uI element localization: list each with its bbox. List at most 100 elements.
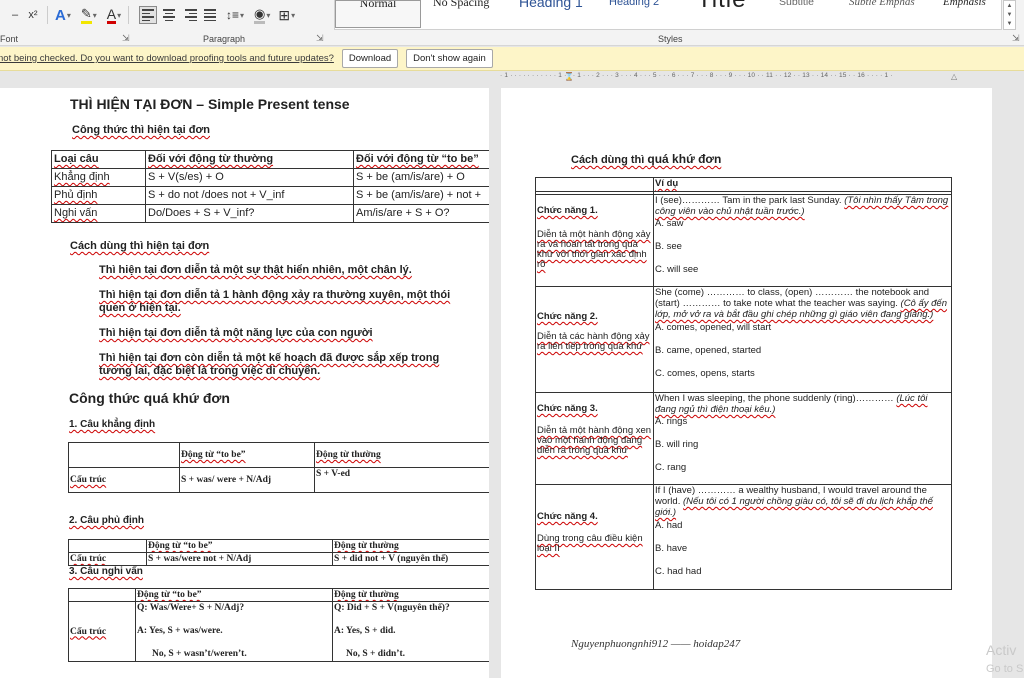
function-desc: Dùng trong câu điều kiện loại II: [537, 533, 643, 554]
style-heading-2-label: Heading 2: [609, 0, 660, 8]
dont-show-again-button[interactable]: Don't show again: [406, 49, 493, 68]
past-usage-heading-prefix: Cách dùng thì: [571, 154, 648, 166]
table-row: Cấu trúc S + was/were not + N/Adj S + di…: [68, 552, 489, 566]
font-color-icon: A: [106, 5, 117, 24]
table-cell: Nghi vấn: [51, 204, 146, 223]
table-header-row: Động từ “to be” Động từ thường: [68, 588, 489, 602]
justify-icon[interactable]: [202, 6, 220, 24]
example-cell: I (see)………… Tam in the park last Sunday.…: [653, 194, 952, 287]
table-cell: Do/Does + S + V_inf?: [145, 204, 354, 223]
example-cell: If I (have) ………… a wealthy husband, I wo…: [653, 484, 952, 590]
table-header-cell: Động từ thường: [332, 588, 489, 602]
example-question: When I was sleeping, the phone suddenly …: [655, 394, 950, 417]
style-no-spacing-label: No Spacing: [433, 0, 490, 9]
style-title-label: Title: [697, 0, 746, 14]
proofing-message-bar: not being checked. Do you want to downlo…: [0, 47, 1024, 71]
table-cell: Khẳng định: [51, 168, 146, 187]
example-cell: She (come) ………… to class, (open) ………… th…: [653, 286, 952, 393]
style-normal[interactable]: Normal: [335, 0, 421, 28]
font-color-button[interactable]: A ▾: [105, 5, 123, 25]
cell-line: A: Yes, S + did.: [334, 626, 396, 636]
affirmative-heading: 1. Câu khẳng định: [69, 419, 156, 430]
style-heading-1[interactable]: Heading 1: [507, 0, 597, 28]
download-button[interactable]: Download: [341, 49, 399, 68]
highlight-color-button[interactable]: ✎ ▾: [79, 5, 99, 25]
activation-watermark-line1: Activ: [986, 642, 1017, 658]
usage-heading: Cách dùng thì hiện tại đơn: [70, 240, 210, 252]
style-normal-label: Normal: [359, 0, 397, 10]
table-header-row: Động từ “to be” Động từ thường: [68, 442, 489, 468]
page-title: THÌ HIỆN TẠI ĐƠN – Simple Present tense: [70, 96, 350, 112]
style-subtitle-label: Subtitle: [779, 0, 815, 8]
word-window: – x² A ▾ ✎ ▾ A ▾ ↕≡ ▾ ◉ ▾ ⊞ ▾ Font ⇲ Paragraph…: [0, 0, 1024, 678]
first-line-indent-marker-icon[interactable]: ⌛: [564, 72, 574, 81]
table-row: Khẳng định S + V(s/es) + O S + be (am/is…: [51, 168, 489, 187]
style-subtle-emphasis[interactable]: Subtle Emphas: [837, 0, 931, 28]
styles-dialog-launcher-icon[interactable]: ⇲: [1012, 33, 1020, 44]
table-header-row: Loại câu Đối với động từ thường Đối với …: [51, 150, 489, 169]
function-name: Chức năng 2.: [537, 311, 598, 322]
borders-icon[interactable]: ⊞ ▾: [276, 5, 297, 25]
strikethrough-icon[interactable]: –: [6, 5, 24, 25]
function-desc: Diễn tả các hành động xảy ra liên tiếp t…: [537, 331, 650, 352]
align-left-icon[interactable]: [139, 6, 157, 24]
answer-option: B. came, opened, started: [655, 345, 762, 356]
table-header-row: Động từ “to be” Động từ thường: [68, 539, 489, 553]
table-header-cell: Đối với động từ “to be”: [353, 150, 489, 169]
paragraph-group-label: Paragraph: [203, 34, 246, 44]
horizontal-ruler[interactable]: · 1 · · · · · · · · · · · 1 · · · 1 · · …: [500, 72, 992, 84]
text-effects-button[interactable]: A ▾: [53, 5, 73, 25]
font-dialog-launcher-icon[interactable]: ⇲: [122, 33, 130, 44]
table-header-cell: Ví dụ: [653, 177, 952, 192]
table-cell: S + be (am/is/are) + O: [353, 168, 489, 187]
line-spacing-icon[interactable]: ↕≡ ▾: [224, 5, 246, 25]
usage-item: Thì hiện tại đơn diễn tả 1 hành động xảy…: [99, 289, 451, 314]
highlighter-icon: ✎: [80, 6, 92, 24]
styles-gallery: Normal No Spacing Heading 1 Heading 2 Ti…: [334, 0, 1002, 30]
style-title[interactable]: Title: [685, 0, 767, 28]
affirmative-table: Động từ “to be” Động từ thường Cấu trúc …: [68, 442, 489, 493]
function-cell: Chức năng 2. Diễn tả các hành động xảy r…: [535, 286, 654, 393]
table-cell: S + be (am/is/are) + not +: [353, 186, 489, 205]
style-subtitle[interactable]: Subtitle: [767, 0, 837, 28]
style-heading-1-label: Heading 1: [519, 0, 583, 10]
style-heading-2[interactable]: Heading 2: [597, 0, 685, 28]
past-simple-heading: Công thức quá khứ đơn: [69, 390, 230, 406]
right-indent-marker-icon[interactable]: △: [951, 72, 957, 81]
activation-watermark-line2: Go to S: [986, 663, 1024, 675]
answer-option: C. rang: [655, 462, 687, 473]
styles-scroll[interactable]: ▲ ▼ ▼: [1003, 0, 1016, 30]
past-usage-heading: Cách dùng thì quá khứ đơn: [571, 152, 721, 166]
font-tools: – x² A ▾ ✎ ▾ A ▾: [6, 4, 134, 26]
past-usage-heading-bold: quá khứ đơn: [647, 152, 722, 166]
table-cell: Cấu trúc: [68, 601, 136, 662]
table-cell: Cấu trúc: [68, 552, 147, 566]
example-translation: (Nếu tôi có 1 người chồng giàu có, tôi s…: [655, 496, 933, 518]
superscript-button[interactable]: x²: [24, 5, 42, 25]
more-styles-icon[interactable]: ▼: [1007, 21, 1013, 27]
ribbon-separator: [128, 6, 130, 24]
shading-icon[interactable]: ◉ ▾: [252, 5, 272, 25]
past-usage-table: Ví dụ Chức năng 1. Diễn tả một hành động…: [535, 177, 952, 590]
table-row: Chức năng 1. Diễn tả một hành động xảy r…: [535, 194, 952, 287]
chevron-up-icon[interactable]: ▲: [1007, 3, 1013, 9]
style-no-spacing[interactable]: No Spacing: [421, 0, 507, 28]
ruler-ticks: · 1 · · · · · · · · · · · 1 · · · 1 · · …: [500, 72, 893, 79]
example-question-text: I (see)………… Tam in the park last Sunday.: [655, 195, 842, 207]
align-center-icon[interactable]: [160, 6, 178, 24]
align-right-icon[interactable]: [181, 6, 199, 24]
table-row: Chức năng 3. Diễn tả một hành động xen v…: [535, 392, 952, 485]
answer-option: A. saw: [655, 218, 684, 229]
style-emphasis[interactable]: Emphasis: [931, 0, 1001, 28]
table-header-cell: [68, 539, 147, 553]
table-header-cell: Loại câu: [51, 150, 146, 169]
table-header-row: Ví dụ: [535, 177, 952, 192]
example-question: I (see)………… Tam in the park last Sunday.…: [655, 195, 950, 219]
table-cell: Phủ định: [51, 186, 146, 205]
paragraph-dialog-launcher-icon[interactable]: ⇲: [316, 33, 324, 44]
answer-option: A. comes, opened, will start: [655, 322, 772, 333]
ribbon: – x² A ▾ ✎ ▾ A ▾ ↕≡ ▾ ◉ ▾ ⊞ ▾ Font ⇲ Paragraph…: [0, 0, 1024, 46]
chevron-down-icon[interactable]: ▼: [1007, 12, 1013, 18]
table-row: Phủ định S + do not /does not + V_inf S …: [51, 186, 489, 205]
table-row: Chức năng 4. Dùng trong câu điều kiện lo…: [535, 484, 952, 590]
